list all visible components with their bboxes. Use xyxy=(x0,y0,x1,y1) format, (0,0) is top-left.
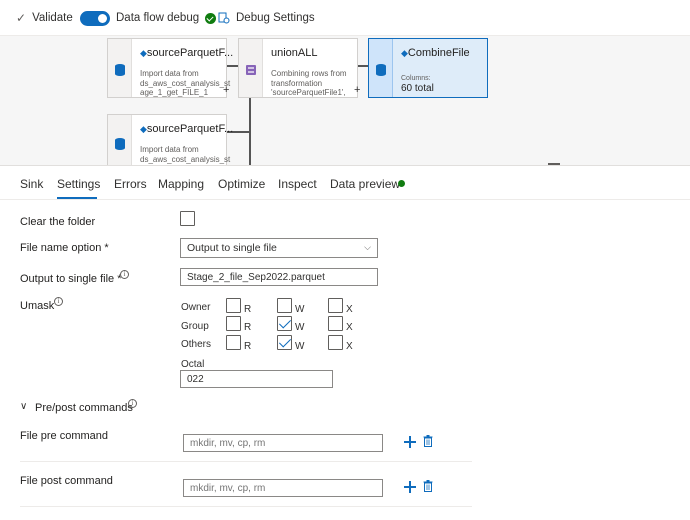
divider xyxy=(20,461,472,462)
group-write-checkbox[interactable] xyxy=(277,316,292,331)
output-file-name-input[interactable] xyxy=(180,268,378,286)
owner-read-checkbox[interactable] xyxy=(226,298,241,313)
tab-mapping[interactable]: Mapping xyxy=(158,177,204,191)
umask-owner-label: Owner xyxy=(181,302,211,313)
pre-command-input[interactable] xyxy=(183,434,383,452)
delete-icon[interactable] xyxy=(423,435,433,447)
sink-database-icon xyxy=(376,64,386,76)
delete-icon[interactable] xyxy=(423,480,433,492)
stream-icon: ◆ xyxy=(401,48,408,58)
perm-r-label: R xyxy=(244,322,252,333)
umask-group-label: Group xyxy=(181,321,209,332)
debug-settings-button[interactable]: Debug Settings xyxy=(218,0,315,36)
add-icon[interactable] xyxy=(404,481,416,493)
tab-settings[interactable]: Settings xyxy=(57,177,100,191)
owner-execute-checkbox[interactable] xyxy=(328,298,343,313)
tab-data-preview[interactable]: Data preview xyxy=(330,177,400,191)
add-icon[interactable] xyxy=(404,436,416,448)
add-transform-icon[interactable]: + xyxy=(223,84,229,96)
group-read-checkbox[interactable] xyxy=(226,316,241,331)
source-node-1-desc: Import data from ds_aws_cost_analysis_st… xyxy=(140,69,231,97)
umask-others-label: Others xyxy=(181,339,212,350)
octal-input[interactable] xyxy=(180,370,333,388)
source-node-1-title: ◆sourceParquetF... xyxy=(140,47,234,59)
union-node-title: unionALL xyxy=(271,47,318,59)
file-name-option-select[interactable]: Output to single file ⌵ xyxy=(180,238,378,258)
octal-label: Octal xyxy=(181,359,205,370)
clear-folder-label: Clear the folder xyxy=(20,216,96,228)
columns-value: 60 total xyxy=(401,83,434,94)
sink-node-title: ◆CombineFile xyxy=(401,47,470,59)
others-write-checkbox[interactable] xyxy=(277,335,292,350)
settings-icon xyxy=(218,12,230,24)
post-command-label: File post command xyxy=(20,475,113,487)
validate-button[interactable]: ✓ Validate xyxy=(16,0,73,36)
columns-label: Columns: xyxy=(401,75,431,82)
checkmark-icon: ✓ xyxy=(16,11,27,25)
perm-x-label: X xyxy=(346,322,353,333)
owner-write-checkbox[interactable] xyxy=(277,298,292,313)
clear-folder-checkbox[interactable] xyxy=(180,211,195,226)
validate-label: Validate xyxy=(32,12,73,24)
toolbar: ✓ Validate Data flow debug Debug Setting… xyxy=(0,0,690,36)
chevron-down-icon[interactable]: ∨ xyxy=(20,401,27,412)
pre-command-label: File pre command xyxy=(20,430,109,442)
dataflow-canvas[interactable]: ◆sourceParquetF... Import data from ds_a… xyxy=(0,36,690,166)
stream-icon: ◆ xyxy=(140,124,147,134)
toggle-switch[interactable] xyxy=(80,10,110,26)
source-node-1[interactable]: ◆sourceParquetF... Import data from ds_a… xyxy=(107,38,233,98)
info-icon[interactable]: i xyxy=(120,270,129,279)
source-node-2-desc: Import data from ds_aws_cost_analysis_st xyxy=(140,145,231,164)
perm-w-label: W xyxy=(295,341,305,352)
tab-sink[interactable]: Sink xyxy=(20,177,43,191)
chevron-down-icon: ⌵ xyxy=(364,242,371,252)
data-flow-debug-toggle[interactable]: Data flow debug xyxy=(80,0,217,36)
output-single-file-label: Output to single file * xyxy=(20,273,122,285)
database-icon xyxy=(115,64,125,76)
union-icon xyxy=(246,65,256,75)
settings-tabs: Sink Settings Errors Mapping Optimize In… xyxy=(0,166,690,200)
debug-settings-label: Debug Settings xyxy=(236,12,315,24)
post-command-input[interactable] xyxy=(183,479,383,497)
others-read-checkbox[interactable] xyxy=(226,335,241,350)
perm-w-label: W xyxy=(295,322,305,333)
active-tab-indicator xyxy=(57,197,97,199)
tab-optimize[interactable]: Optimize xyxy=(218,177,265,191)
debug-label: Data flow debug xyxy=(116,12,200,24)
file-name-option-label: File name option * xyxy=(20,242,109,254)
stream-icon: ◆ xyxy=(140,48,147,58)
source-node-2[interactable]: ◆sourceParquetF... Import data from ds_a… xyxy=(107,114,233,165)
file-name-option-value: Output to single file xyxy=(187,242,277,254)
perm-x-label: X xyxy=(346,304,353,315)
sink-node[interactable]: ◆CombineFile Columns: 60 total xyxy=(368,38,488,98)
divider xyxy=(20,506,472,507)
union-node-desc: Combining rows from transformation 'sour… xyxy=(271,69,347,97)
panel-resize-handle[interactable] xyxy=(548,163,560,165)
tab-errors[interactable]: Errors xyxy=(114,177,147,191)
database-icon xyxy=(115,138,125,150)
info-icon[interactable]: i xyxy=(54,297,63,306)
perm-w-label: W xyxy=(295,304,305,315)
perm-r-label: R xyxy=(244,341,252,352)
tab-inspect[interactable]: Inspect xyxy=(278,177,317,191)
group-execute-checkbox[interactable] xyxy=(328,316,343,331)
preview-status-dot xyxy=(398,180,405,187)
debug-ready-icon xyxy=(205,12,217,24)
prepost-commands-toggle[interactable]: Pre/post commands xyxy=(35,402,133,414)
union-node[interactable]: unionALL Combining rows from transformat… xyxy=(238,38,360,98)
perm-x-label: X xyxy=(346,341,353,352)
source-node-2-title: ◆sourceParquetF... xyxy=(140,123,234,135)
info-icon[interactable]: i xyxy=(128,399,137,408)
others-execute-checkbox[interactable] xyxy=(328,335,343,350)
add-transform-icon[interactable]: + xyxy=(354,84,360,96)
umask-label: Umask xyxy=(20,300,55,312)
perm-r-label: R xyxy=(244,304,252,315)
